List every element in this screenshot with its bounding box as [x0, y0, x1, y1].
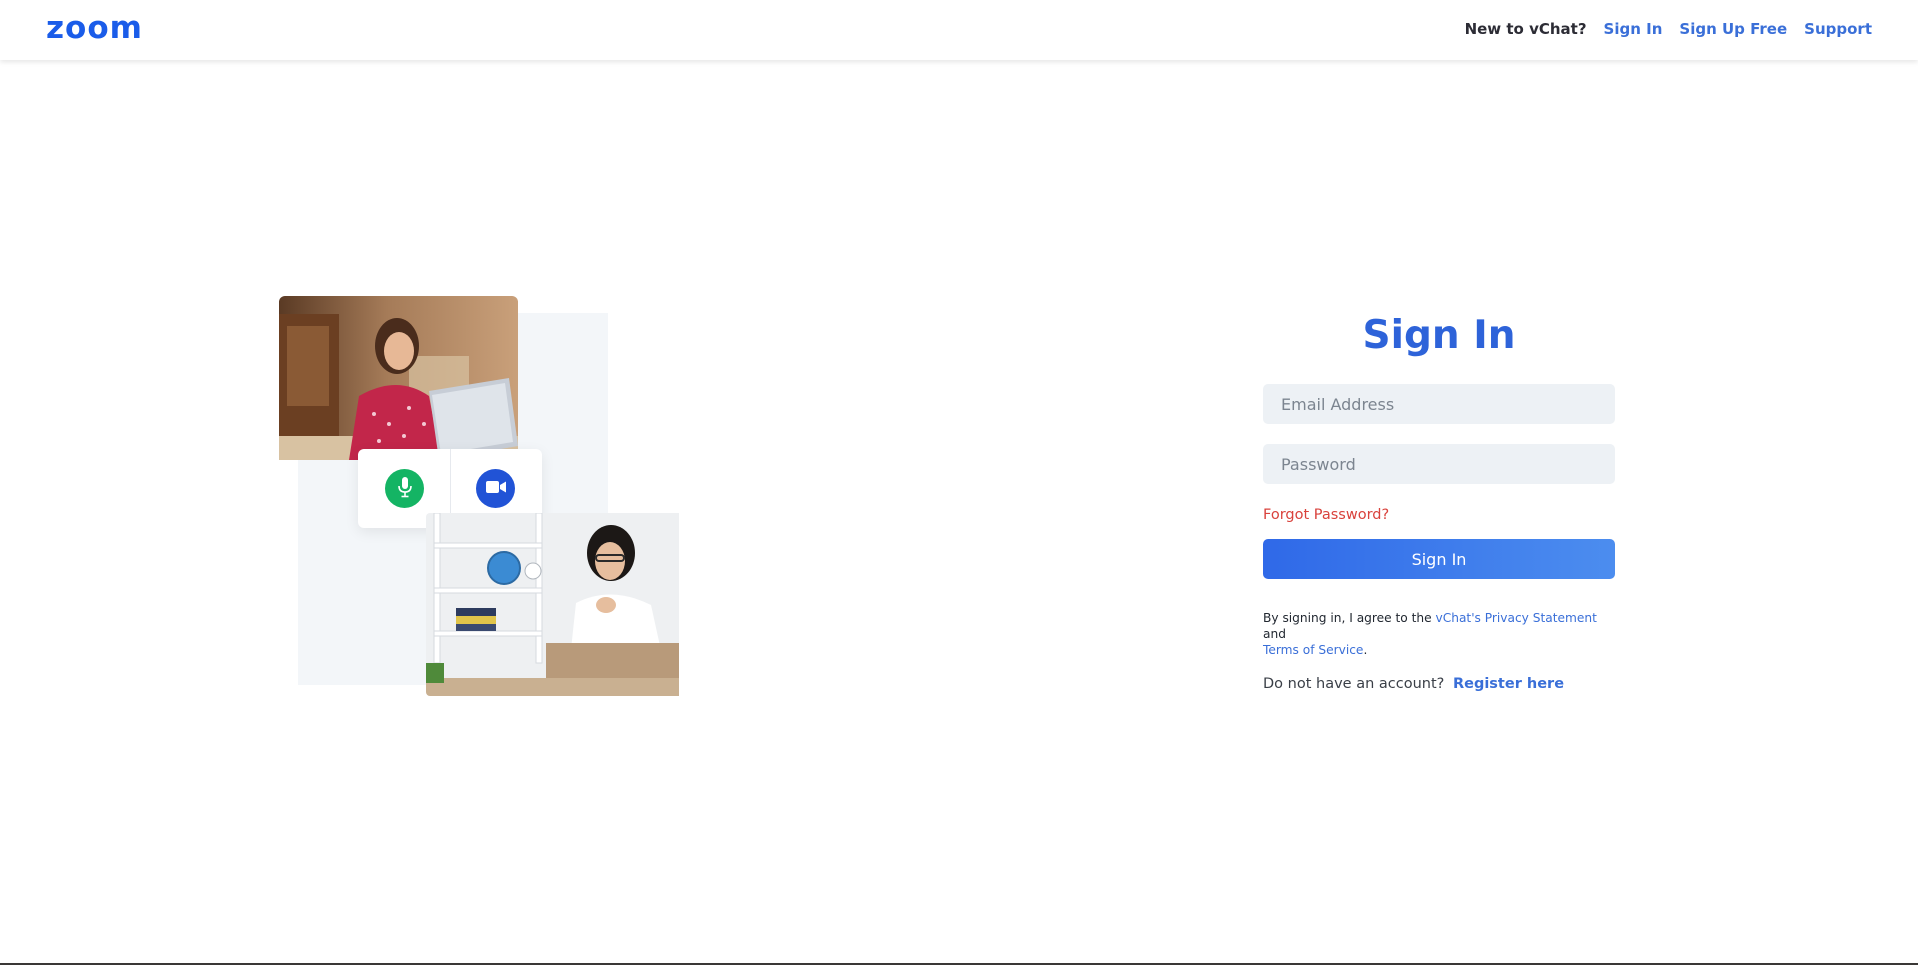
password-input[interactable]	[1263, 444, 1615, 484]
terms-of-service-link[interactable]: Terms of Service	[1263, 643, 1363, 657]
header-nav: New to vChat? Sign In Sign Up Free Suppo…	[1465, 19, 1872, 39]
zoom-logo[interactable]: zoom	[46, 12, 143, 44]
signin-submit-button[interactable]: Sign In	[1263, 539, 1615, 579]
terms-suffix: .	[1363, 643, 1368, 657]
signin-title: Sign In	[1362, 313, 1516, 358]
microphone-button[interactable]	[385, 469, 424, 508]
terms-prefix: By signing in, I agree to the	[1263, 611, 1436, 625]
top-navbar: zoom New to vChat? Sign In Sign Up Free …	[0, 0, 1918, 60]
forgot-password-link[interactable]: Forgot Password?	[1263, 507, 1389, 523]
terms-notice: By signing in, I agree to the vChat's Pr…	[1263, 610, 1615, 658]
register-link[interactable]: Register here	[1453, 676, 1564, 692]
no-account-text: Do not have an account?	[1263, 676, 1445, 692]
woman-desk-photo	[426, 513, 679, 696]
privacy-statement-link[interactable]: vChat's Privacy Statement	[1436, 611, 1597, 625]
header-signin-link[interactable]: Sign In	[1604, 19, 1663, 39]
microphone-icon	[396, 476, 414, 502]
new-to-vchat-label: New to vChat?	[1464, 20, 1587, 38]
register-prompt: Do not have an account? Register here	[1263, 674, 1615, 694]
video-camera-icon	[485, 479, 507, 499]
header-support-link[interactable]: Support	[1804, 19, 1872, 39]
woman-laptop-photo	[279, 296, 518, 460]
hero-illustration	[0, 0, 700, 720]
signin-form: Sign In Forgot Password? Sign In By sign…	[1263, 310, 1615, 694]
header-signup-link[interactable]: Sign Up Free	[1679, 19, 1787, 39]
email-input[interactable]	[1263, 384, 1615, 424]
camera-button[interactable]	[476, 469, 515, 508]
terms-and: and	[1263, 627, 1286, 641]
